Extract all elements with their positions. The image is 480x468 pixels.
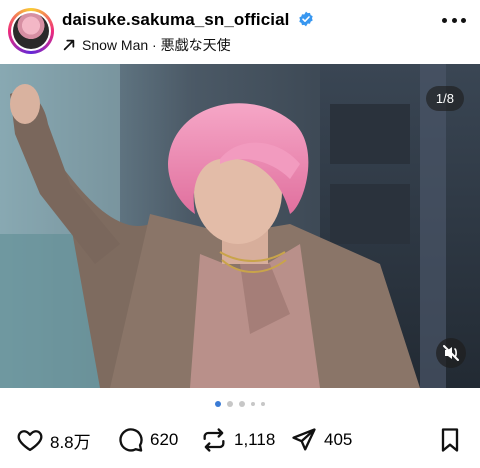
- post-photo: [0, 64, 480, 388]
- audio-subline[interactable]: Snow Man · 悪戯な天使: [62, 35, 231, 55]
- save-button[interactable]: [436, 426, 464, 454]
- repost-count: 1,118: [234, 430, 276, 449]
- more-options-icon[interactable]: [442, 18, 466, 26]
- username[interactable]: daisuke.sakuma_sn_official: [62, 10, 290, 30]
- like-count: 8.8万: [50, 432, 91, 452]
- avatar-photo: [13, 13, 49, 49]
- image-counter: 1/8: [425, 86, 464, 111]
- comment-button[interactable]: 620: [116, 426, 178, 454]
- verified-badge-icon: [299, 11, 313, 27]
- avatar-ring-inner: [11, 11, 51, 51]
- mute-button[interactable]: [436, 338, 466, 368]
- comment-icon: [119, 428, 143, 452]
- audio-label: Snow Man · 悪戯な天使: [82, 37, 231, 53]
- carousel-dot: [239, 401, 245, 407]
- share-button[interactable]: 405: [290, 426, 352, 454]
- share-count: 405: [324, 430, 353, 449]
- send-icon: [292, 428, 316, 451]
- carousel-indicator: [0, 398, 480, 410]
- speaker-muted-icon: [443, 345, 459, 361]
- carousel-dot: [215, 401, 221, 407]
- carousel-dot: [261, 402, 265, 406]
- carousel-dot: [251, 402, 255, 406]
- bookmark-icon: [441, 428, 459, 452]
- like-button[interactable]: 8.8万: [16, 426, 91, 454]
- trending-arrow-icon: [63, 39, 75, 51]
- action-bar: 8.8万 620 1,118 405: [0, 420, 480, 460]
- post-header: daisuke.sakuma_sn_official Snow Man · 悪戯…: [0, 0, 480, 62]
- carousel-dot: [227, 401, 233, 407]
- comment-count: 620: [150, 430, 179, 449]
- repost-button[interactable]: 1,118: [200, 426, 275, 454]
- repost-icon: [203, 428, 225, 452]
- heart-icon: [17, 430, 43, 452]
- post-image[interactable]: 1/8: [0, 64, 480, 388]
- avatar[interactable]: [8, 8, 54, 54]
